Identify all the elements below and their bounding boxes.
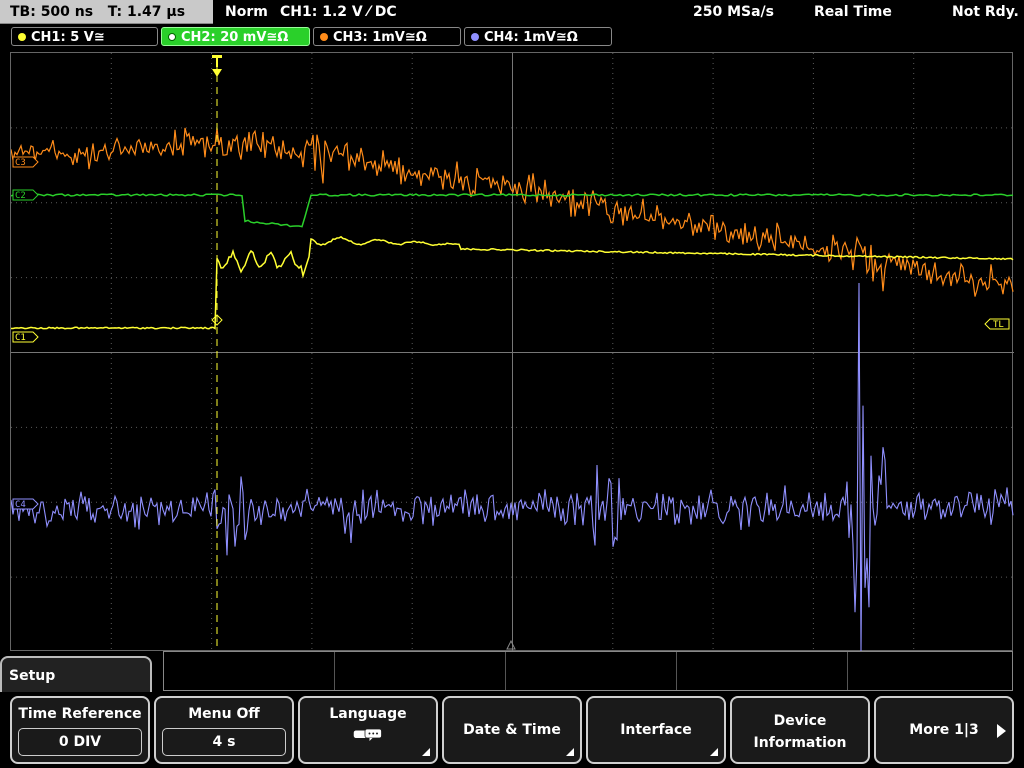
channel-tab-ch2[interactable]: CH2: 20 mV≅Ω — [161, 27, 310, 46]
ch3-marker-label: C3 — [15, 158, 26, 168]
ch4-marker-label: C4 — [15, 500, 26, 510]
menu-off-value: 4 s — [162, 728, 286, 756]
menu-info-row — [163, 651, 1013, 691]
channel-tab-label: CH2: 20 mV≅Ω — [181, 30, 289, 45]
softkey-label: Date & Time — [463, 722, 561, 738]
softkey-more[interactable]: More 1|3 — [874, 696, 1014, 764]
timebase-box[interactable]: TB: 500 ns T: 1.47 µs — [0, 0, 213, 24]
softkey-label: Time Reference — [18, 706, 142, 722]
softkey-time-reference[interactable]: Time Reference 0 DIV — [10, 696, 150, 764]
softkey-date-time[interactable]: Date & Time — [442, 696, 582, 764]
ch4-level-marker[interactable]: C4 — [12, 498, 39, 510]
time-reference-marker-icon — [506, 639, 516, 650]
menu-title: Setup — [9, 668, 56, 684]
softkey-language[interactable]: Language — [298, 696, 438, 764]
softkey-label: Menu Off — [188, 706, 260, 722]
softkey-device-information[interactable]: Device Information — [730, 696, 870, 764]
next-page-arrow-icon — [997, 724, 1006, 738]
submenu-indicator-icon — [566, 748, 574, 756]
graticule — [11, 53, 1014, 652]
channel-tabs: CH1: 5 V≅ CH2: 20 mV≅Ω CH3: 1mV≅Ω CH4: 1… — [0, 26, 1024, 48]
softkey-bar: Time Reference 0 DIV Menu Off 4 s Langua… — [0, 692, 1024, 768]
trigger-description[interactable]: CH1: 1.2 V ⁄ DC — [280, 0, 397, 24]
channel-tab-label: CH4: 1mV≅Ω — [484, 30, 578, 45]
softkey-interface[interactable]: Interface — [586, 696, 726, 764]
speech-bubble-icon — [353, 728, 382, 741]
softkey-label: Interface — [620, 722, 692, 738]
ch1-marker-label: C1 — [15, 333, 26, 343]
time-reference-value: 0 DIV — [18, 728, 142, 756]
ch1-dot-icon — [18, 32, 26, 41]
ch3-dot-icon — [320, 32, 328, 41]
status-bar: TB: 500 ns T: 1.47 µs Norm CH1: 1.2 V ⁄ … — [0, 0, 1024, 25]
ch2-level-marker[interactable]: C2 — [12, 189, 39, 201]
channel-tab-ch1[interactable]: CH1: 5 V≅ — [11, 27, 158, 46]
softkey-label: Language — [329, 706, 407, 722]
waveform-display[interactable]: C3 C2 C1 C4 TL — [10, 52, 1014, 652]
trigger-position-marker-icon[interactable] — [212, 55, 222, 77]
ch1-level-marker[interactable]: C1 — [12, 331, 39, 343]
ch2-marker-label: C2 — [15, 191, 26, 201]
trigger-level-label: TL — [993, 320, 1004, 330]
waveform-canvas: C3 C2 C1 C4 TL — [11, 53, 1014, 652]
trigger-time-value: T: 1.47 µs — [107, 4, 186, 20]
timebase-value: TB: 500 ns — [10, 4, 94, 20]
channel-tab-ch4[interactable]: CH4: 1mV≅Ω — [464, 27, 612, 46]
channel-tab-label: CH3: 1mV≅Ω — [333, 30, 427, 45]
ch4-dot-icon — [471, 32, 479, 41]
trigger-mode[interactable]: Norm — [225, 0, 268, 24]
softkey-menu-off[interactable]: Menu Off 4 s — [154, 696, 294, 764]
acquisition-state: Not Rdy. — [952, 4, 1019, 20]
channel-tab-ch3[interactable]: CH3: 1mV≅Ω — [313, 27, 461, 46]
submenu-indicator-icon — [710, 748, 718, 756]
channel-tab-label: CH1: 5 V≅ — [31, 30, 105, 45]
softkey-label: More 1|3 — [909, 722, 979, 738]
softkey-label: Device Information — [753, 713, 847, 751]
menu-title-tab: Setup — [0, 656, 152, 692]
ch2-dot-icon — [168, 32, 176, 41]
acquisition-mode: Real Time — [814, 4, 892, 20]
submenu-indicator-icon — [422, 748, 430, 756]
trigger-level-marker[interactable]: TL — [984, 318, 1010, 330]
sample-rate: 250 MSa/s — [693, 4, 775, 20]
ch3-level-marker[interactable]: C3 — [12, 156, 39, 168]
